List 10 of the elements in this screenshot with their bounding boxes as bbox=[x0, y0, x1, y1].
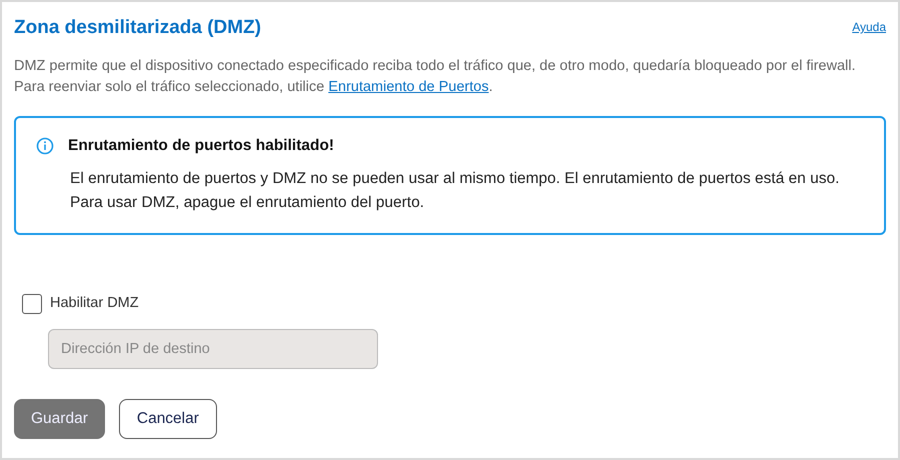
description-text: DMZ permite que el dispositivo conectado especificado reciba todo el tráfico que, de otro modo, quedaría bloqueado por el firewall. Para reenviar solo el tráfico seleccionado, utilice Enrutamiento de Puertos. bbox=[14, 57, 856, 97]
checkbox-label: Habilitar DMZ bbox=[50, 294, 139, 314]
cancel-button[interactable]: Cancelar bbox=[118, 399, 217, 439]
alert-title: Enrutamiento de puertos habilitado! bbox=[68, 136, 334, 156]
help-link[interactable]: Ayuda bbox=[852, 18, 886, 36]
port-forwarding-link[interactable]: Enrutamiento de Puertos bbox=[328, 79, 489, 95]
alert-message: El enrutamiento de puertos y DMZ no se pueden usar al mismo tiempo. El enrutamiento de puertos está en uso. Para usar DMZ, apague el enrutamiento del puerto. bbox=[70, 169, 840, 214]
info-icon bbox=[36, 136, 54, 155]
enable-checkbox[interactable] bbox=[22, 294, 42, 314]
page-title: Zona desmilitarizada (DMZ) bbox=[14, 16, 262, 40]
